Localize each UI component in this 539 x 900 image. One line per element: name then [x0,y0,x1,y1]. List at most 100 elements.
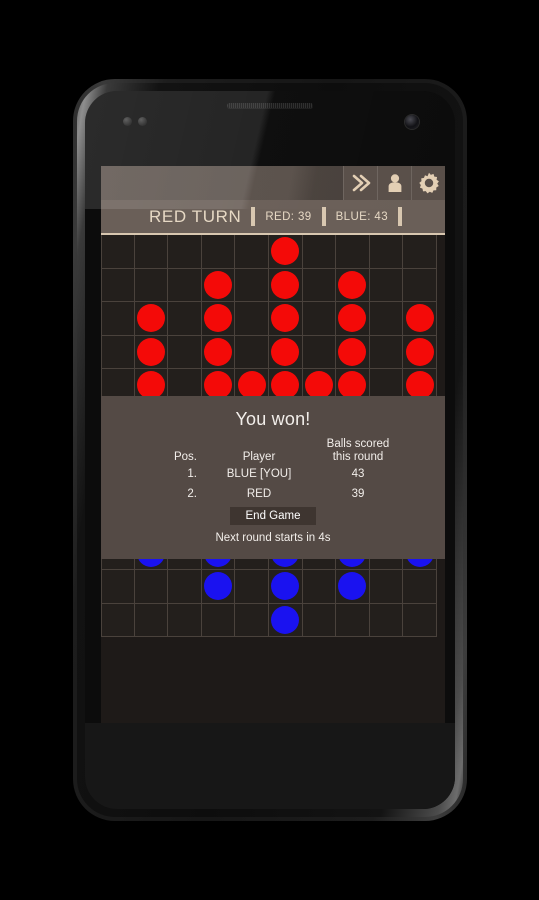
board-cell[interactable] [201,603,236,637]
blue-grid-row[interactable] [101,570,445,604]
game-board[interactable]: You won! Pos. Player Balls scored this r… [101,235,445,739]
board-cell[interactable] [336,603,370,637]
board-cell[interactable] [101,268,135,302]
board-cell[interactable] [201,268,236,302]
board-cell[interactable] [101,603,135,637]
board-cell[interactable] [336,302,370,336]
board-cell[interactable] [369,570,404,604]
board-cell[interactable] [403,235,437,269]
blue-ball[interactable] [271,572,300,601]
board-cell[interactable] [134,302,169,336]
red-ball[interactable] [271,270,300,299]
board-cell[interactable] [235,570,269,604]
board-cell[interactable] [369,302,404,336]
board-cell[interactable] [134,335,169,369]
board-cell[interactable] [336,235,370,269]
board-cell[interactable] [235,335,269,369]
board-cell[interactable] [168,268,202,302]
board-cell[interactable] [302,302,337,336]
board-cell[interactable] [235,268,269,302]
red-grid-row[interactable] [101,335,445,369]
board-cell[interactable] [268,603,303,637]
scoreboard-table: Pos. Player Balls scored this round 1. BL… [143,438,403,504]
board-cell[interactable] [268,268,303,302]
board-cell[interactable] [403,603,437,637]
board-cell[interactable] [235,235,269,269]
board-cell[interactable] [302,570,337,604]
blue-grid-row[interactable] [101,603,445,637]
board-cell[interactable] [369,335,404,369]
red-ball[interactable] [204,337,233,366]
board-cell[interactable] [403,570,437,604]
red-ball[interactable] [405,304,434,333]
board-cell[interactable] [101,302,135,336]
divider [251,207,256,226]
board-cell[interactable] [302,335,337,369]
board-cell[interactable] [369,268,404,302]
profile-icon[interactable] [377,166,411,200]
board-cell[interactable] [336,570,370,604]
end-game-button[interactable]: End Game [229,507,317,525]
board-cell[interactable] [134,603,169,637]
board-cell[interactable] [336,268,370,302]
red-ball[interactable] [338,337,367,366]
red-ball[interactable] [405,337,434,366]
row-position: 2. [187,488,197,500]
row-player: RED [246,488,272,500]
phone-screen: RED TURN RED: 39 BLUE: 43 You won! Pos. [101,166,445,739]
board-cell[interactable] [101,235,135,269]
board-cell[interactable] [268,235,303,269]
red-grid-row[interactable] [101,235,445,269]
board-cell[interactable] [403,335,437,369]
board-cell[interactable] [134,570,169,604]
board-cell[interactable] [168,302,202,336]
phone-device: RED TURN RED: 39 BLUE: 43 You won! Pos. [73,79,467,821]
next-round-timer: Next round starts in 4s [215,532,331,544]
blue-ball[interactable] [338,572,367,601]
red-ball[interactable] [204,304,233,333]
board-cell[interactable] [201,302,236,336]
board-cell[interactable] [134,268,169,302]
board-cell[interactable] [302,603,337,637]
blue-ball[interactable] [204,572,233,601]
board-cell[interactable] [168,335,202,369]
board-cell[interactable] [134,235,169,269]
board-cell[interactable] [268,302,303,336]
board-cell[interactable] [101,570,135,604]
light-sensor-icon [138,117,147,126]
board-cell[interactable] [201,235,236,269]
red-ball[interactable] [136,304,165,333]
board-cell[interactable] [201,335,236,369]
board-cell[interactable] [235,603,269,637]
board-cell[interactable] [268,570,303,604]
board-cell[interactable] [235,302,269,336]
blue-ball[interactable] [271,605,300,634]
board-cell[interactable] [168,603,202,637]
board-cell[interactable] [369,235,404,269]
board-cell[interactable] [403,302,437,336]
board-cell[interactable] [302,268,337,302]
settings-gear-icon[interactable] [411,166,445,200]
red-ball[interactable] [136,337,165,366]
board-cell[interactable] [101,335,135,369]
board-cell[interactable] [302,235,337,269]
action-bar-icons [343,166,445,200]
table-row: 1. BLUE [YOU] 43 [143,464,403,484]
header-balls-line1: Balls scored [326,438,390,450]
red-grid-row[interactable] [101,302,445,336]
board-cell[interactable] [168,570,202,604]
red-grid-row[interactable] [101,268,445,302]
red-ball[interactable] [271,337,300,366]
fast-forward-icon[interactable] [343,166,377,200]
board-cell[interactable] [268,335,303,369]
board-cell[interactable] [336,335,370,369]
board-cell[interactable] [201,570,236,604]
red-ball[interactable] [271,304,300,333]
red-ball[interactable] [271,237,300,266]
board-cell[interactable] [168,235,202,269]
board-cell[interactable] [403,268,437,302]
red-ball[interactable] [204,270,233,299]
board-cell[interactable] [369,603,404,637]
red-ball[interactable] [338,270,367,299]
red-ball[interactable] [338,304,367,333]
